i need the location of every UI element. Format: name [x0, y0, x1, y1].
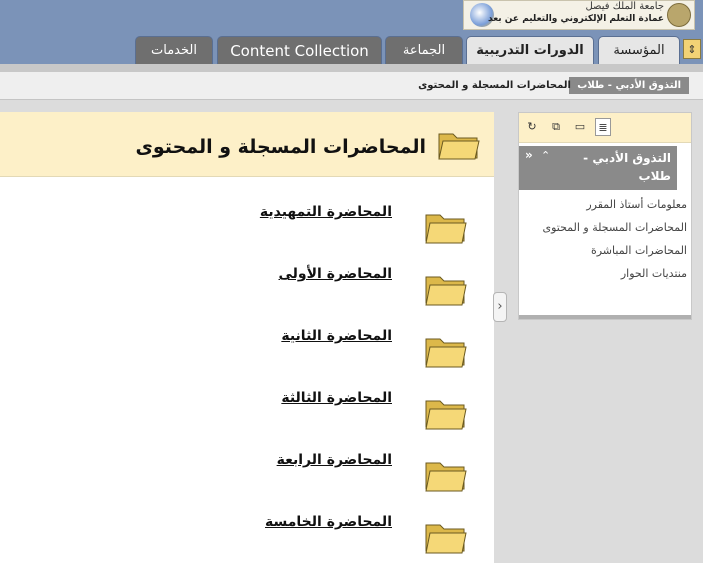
folder-icon — [425, 338, 467, 368]
expand-header-icon[interactable]: ⇕ — [683, 39, 701, 59]
page-title: المحاضرات المسجلة و المحتوى — [135, 136, 426, 158]
content-item-lecture-4[interactable]: المحاضرة الرابعة — [0, 452, 494, 497]
logo-university-name: جامعة الملك فيصل — [585, 1, 664, 12]
university-logo[interactable]: جامعة الملك فيصل عمادة التعلم الإلكتروني… — [463, 0, 695, 30]
content-item-link[interactable]: المحاضرة الأولى — [278, 266, 392, 282]
content-item-lecture-2[interactable]: المحاضرة الثانية — [0, 328, 494, 373]
course-title[interactable]: التذوق الأدبي - طلاب — [563, 149, 671, 185]
page-header: المحاضرات المسجلة و المحتوى — [0, 112, 494, 177]
course-menu: ↻ ⧉ ▭ ≣ » ⌃ التذوق الأدبي - طلاب معلومات… — [518, 112, 692, 320]
tab-content-collection[interactable]: Content Collection — [217, 36, 382, 64]
refresh-icon[interactable]: ↻ — [525, 121, 539, 133]
windows-view-icon[interactable]: ⧉ — [549, 121, 563, 133]
chevron-up-icon[interactable]: ⌃ — [541, 149, 550, 162]
course-menu-links: معلومات أستاذ المقرر المحاضرات المسجلة و… — [523, 196, 687, 288]
breadcrumb-course[interactable]: التذوق الأدبي - طلاب — [569, 77, 689, 94]
folder-icon — [425, 524, 467, 554]
folder-icon — [425, 400, 467, 430]
content-item-lecture-5[interactable]: المحاضرة الخامسة — [0, 514, 494, 559]
university-seal-icon — [667, 3, 691, 27]
sidebar-item-live-lectures[interactable]: المحاضرات المباشرة — [523, 242, 687, 259]
collapse-sidebar-button[interactable]: › — [493, 292, 507, 322]
tab-institution[interactable]: المؤسسة — [598, 36, 680, 64]
content-item-lecture-1[interactable]: المحاضرة الأولى — [0, 266, 494, 311]
folder-icon — [425, 276, 467, 306]
folder-icon — [425, 214, 467, 244]
sidebar-item-recorded-lectures[interactable]: المحاضرات المسجلة و المحتوى — [523, 219, 687, 236]
tab-services[interactable]: الخدمات — [135, 36, 213, 64]
folder-view-icon[interactable]: ▭ — [573, 121, 587, 133]
top-header-bar: جامعة الملك فيصل عمادة التعلم الإلكتروني… — [0, 0, 703, 64]
tab-community[interactable]: الجماعة — [385, 36, 463, 64]
breadcrumb: التذوق الأدبي - طلاب المحاضرات المسجلة و… — [0, 72, 703, 100]
double-chevron-icon[interactable]: » — [525, 148, 533, 162]
menu-bottom-border — [519, 315, 691, 319]
tab-underline-strip — [0, 64, 703, 72]
content-item-link[interactable]: المحاضرة الخامسة — [265, 514, 392, 530]
content-item-link[interactable]: المحاضرة الثالثة — [281, 390, 392, 406]
content-item-link[interactable]: المحاضرة التمهيدية — [260, 204, 392, 220]
logo-deanship-name: عمادة التعلم الإلكتروني والتعليم عن بعد — [488, 14, 664, 24]
course-menu-toolbar: ↻ ⧉ ▭ ≣ — [519, 113, 691, 143]
content-item-lecture-3[interactable]: المحاضرة الثالثة — [0, 390, 494, 435]
main-content-area: المحاضرات المسجلة و المحتوى المحاضرة الت… — [0, 112, 494, 563]
chevron-right-icon: › — [497, 299, 503, 314]
folder-icon — [425, 462, 467, 492]
sidebar-item-instructor-info[interactable]: معلومات أستاذ المقرر — [523, 196, 687, 213]
breadcrumb-current-page: المحاضرات المسجلة و المحتوى — [418, 80, 571, 91]
list-view-icon[interactable]: ≣ — [595, 118, 611, 136]
content-item-intro-lecture[interactable]: المحاضرة التمهيدية — [0, 204, 494, 249]
tab-courses[interactable]: الدورات التدريبية — [466, 36, 594, 64]
sidebar-item-discussion-forums[interactable]: منتديات الحوار — [523, 265, 687, 282]
course-title-block[interactable]: » ⌃ التذوق الأدبي - طلاب — [519, 146, 677, 190]
folder-icon — [438, 133, 480, 160]
content-item-link[interactable]: المحاضرة الرابعة — [277, 452, 392, 468]
content-item-link[interactable]: المحاضرة الثانية — [281, 328, 392, 344]
content-spacer — [0, 100, 703, 110]
